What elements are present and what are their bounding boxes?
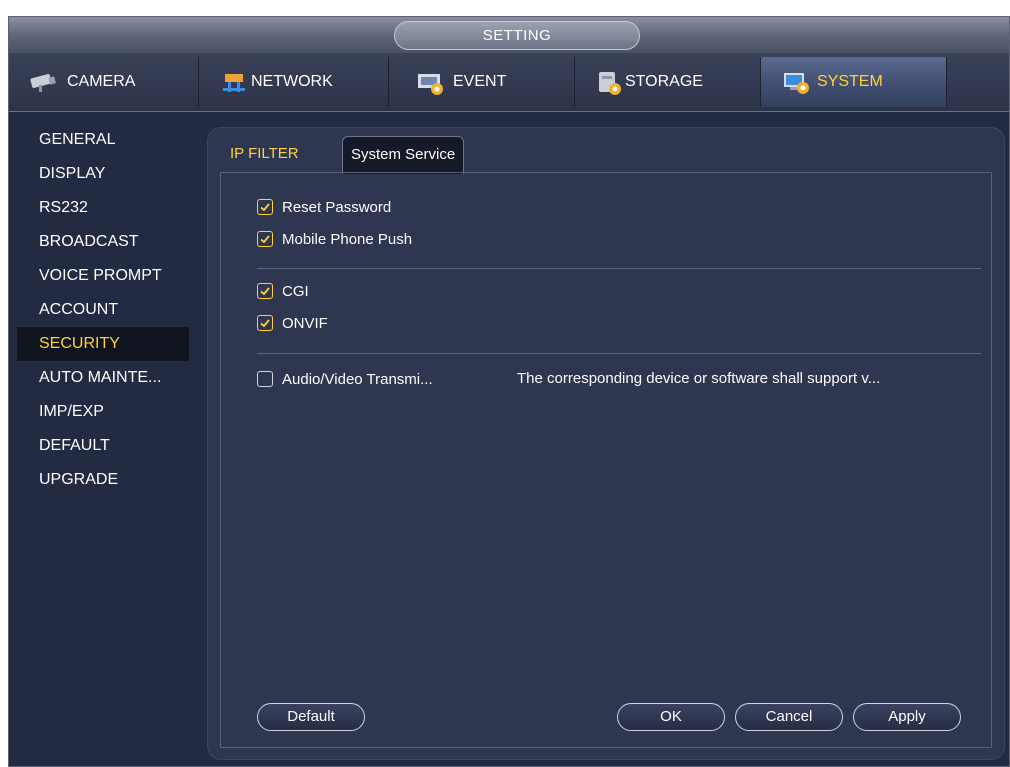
cancel-button[interactable]: Cancel	[735, 703, 843, 731]
av-transmission-note: The corresponding device or software sha…	[517, 370, 881, 387]
sidebar-item-imp-exp[interactable]: IMP/EXP	[17, 395, 189, 429]
checkmark-icon	[260, 203, 270, 212]
cgi-checkbox[interactable]	[257, 283, 273, 299]
network-icon	[219, 68, 249, 96]
tab-ip-filter[interactable]: IP FILTER	[230, 136, 299, 172]
system-icon	[781, 68, 811, 96]
sidebar-item-rs232[interactable]: RS232	[17, 191, 189, 225]
tab-network-label: NETWORK	[251, 73, 333, 90]
tab-camera-label: CAMERA	[67, 73, 136, 90]
checkmark-icon	[260, 287, 270, 296]
divider	[257, 353, 981, 354]
event-icon	[413, 68, 447, 96]
system-service-frame: Reset Password Mobile Phone Push CGI ONV…	[220, 172, 992, 748]
tab-system-service[interactable]: System Service	[342, 136, 465, 174]
title-bar: SETTING	[9, 17, 1009, 53]
divider	[257, 268, 981, 269]
reset-password-checkbox[interactable]	[257, 199, 273, 215]
content-panel: IP FILTER System Service Reset Password …	[207, 127, 1005, 760]
checkmark-icon	[260, 235, 270, 244]
sidebar-item-auto-maintenance[interactable]: AUTO MAINTE...	[17, 361, 189, 395]
checkmark-icon	[260, 319, 270, 328]
default-button[interactable]: Default	[257, 703, 365, 731]
settings-window: SETTING CAMERA NETWORK EVENT STORAGE SYS…	[8, 16, 1010, 767]
sidebar: GENERAL DISPLAY RS232 BROADCAST VOICE PR…	[17, 123, 189, 497]
sidebar-item-general[interactable]: GENERAL	[17, 123, 189, 157]
reset-password-option[interactable]: Reset Password	[257, 195, 391, 219]
main-tab-bar: CAMERA NETWORK EVENT STORAGE SYSTEM	[9, 53, 1009, 112]
tab-network[interactable]: NETWORK	[199, 57, 389, 107]
tab-event-label: EVENT	[453, 73, 507, 90]
av-transmission-label: Audio/Video Transmi...	[282, 370, 433, 388]
onvif-option[interactable]: ONVIF	[257, 311, 328, 335]
sidebar-item-voice-prompt[interactable]: VOICE PROMPT	[17, 259, 189, 293]
tab-camera[interactable]: CAMERA	[13, 57, 199, 107]
sidebar-item-account[interactable]: ACCOUNT	[17, 293, 189, 327]
cgi-label: CGI	[282, 282, 309, 300]
mobile-push-label: Mobile Phone Push	[282, 230, 413, 248]
tab-storage[interactable]: STORAGE	[575, 57, 761, 107]
onvif-label: ONVIF	[282, 314, 328, 332]
apply-button[interactable]: Apply	[853, 703, 961, 731]
tab-system[interactable]: SYSTEM	[761, 57, 947, 107]
reset-password-label: Reset Password	[282, 198, 392, 216]
tab-event[interactable]: EVENT	[389, 57, 575, 107]
tab-storage-label: STORAGE	[625, 73, 703, 90]
storage-icon	[595, 68, 623, 96]
sidebar-item-default[interactable]: DEFAULT	[17, 429, 189, 463]
av-transmission-checkbox[interactable]	[257, 371, 273, 387]
av-transmission-option[interactable]: Audio/Video Transmi...	[257, 367, 433, 391]
sidebar-item-security[interactable]: SECURITY	[17, 327, 189, 361]
camera-icon	[27, 68, 61, 96]
ok-button[interactable]: OK	[617, 703, 725, 731]
mobile-push-option[interactable]: Mobile Phone Push	[257, 227, 412, 251]
window-title: SETTING	[394, 21, 640, 50]
mobile-push-checkbox[interactable]	[257, 231, 273, 247]
cgi-option[interactable]: CGI	[257, 279, 309, 303]
tab-system-label: SYSTEM	[817, 73, 883, 90]
sidebar-item-display[interactable]: DISPLAY	[17, 157, 189, 191]
sidebar-item-upgrade[interactable]: UPGRADE	[17, 463, 189, 497]
sidebar-item-broadcast[interactable]: BROADCAST	[17, 225, 189, 259]
onvif-checkbox[interactable]	[257, 315, 273, 331]
